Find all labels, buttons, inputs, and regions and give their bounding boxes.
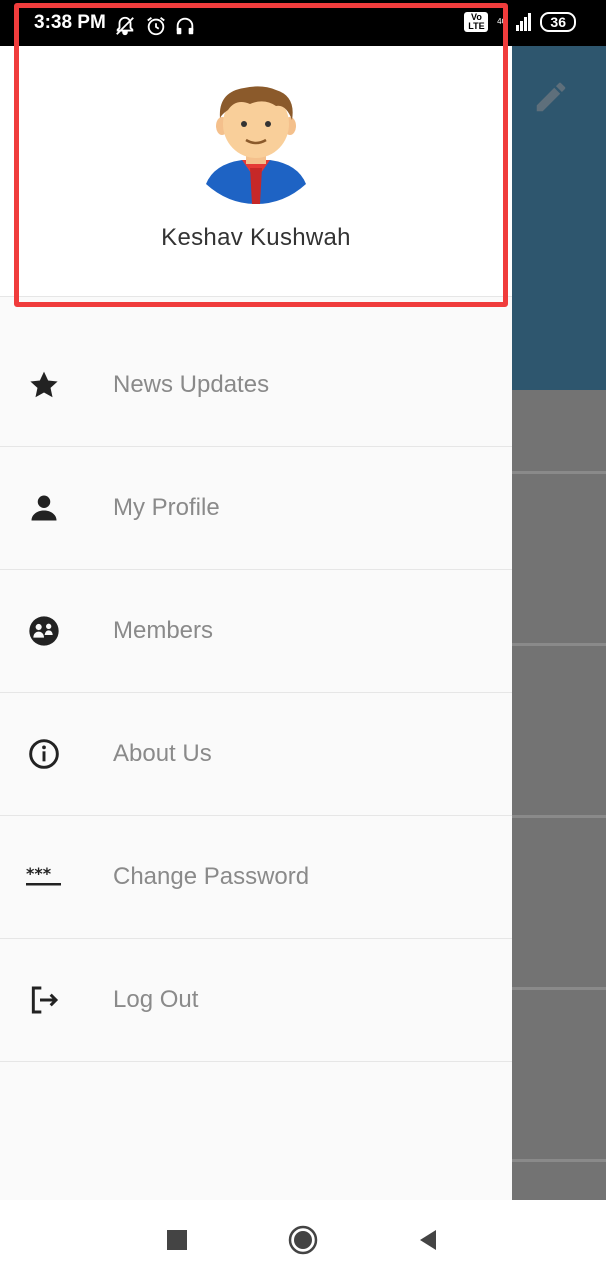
list-divider: [512, 643, 606, 646]
back-icon[interactable]: [412, 1224, 444, 1256]
menu-item-change-password[interactable]: *** Change Password: [0, 816, 512, 939]
menu-item-news-updates[interactable]: News Updates: [0, 324, 512, 447]
menu-item-about-us[interactable]: About Us: [0, 693, 512, 816]
mute-icon: [116, 16, 134, 36]
edit-icon[interactable]: [532, 78, 570, 116]
menu-label-members: Members: [113, 617, 214, 644]
menu-label-log-out: Log Out: [113, 986, 199, 1013]
password-icon: ***: [26, 859, 62, 895]
info-icon: [26, 736, 62, 772]
star-icon: [26, 367, 62, 403]
navigation-drawer: Keshav Kushwah News Updates My Profile M…: [0, 46, 512, 1200]
menu-label-news-updates: News Updates: [113, 371, 270, 398]
avatar[interactable]: [204, 84, 308, 206]
system-nav-bar: [0, 1200, 606, 1280]
list-divider: [512, 987, 606, 990]
headset-icon: [176, 17, 194, 35]
menu-label-about-us: About Us: [113, 740, 212, 767]
drawer-header: Keshav Kushwah: [0, 46, 512, 297]
home-icon[interactable]: [287, 1224, 319, 1256]
members-icon: [26, 613, 62, 649]
recents-icon[interactable]: [161, 1224, 193, 1256]
network-type: 4G: [497, 17, 508, 26]
status-time: 3:38 PM: [34, 12, 106, 33]
status-bar: 3:38 PM Vo LTE 4G 36: [0, 0, 606, 46]
menu-label-change-password: Change Password: [113, 863, 310, 890]
list-divider: [512, 1159, 606, 1162]
user-name: Keshav Kushwah: [161, 224, 351, 251]
list-divider: [512, 471, 606, 474]
drawer-menu: News Updates My Profile Members About Us…: [0, 324, 512, 1062]
menu-item-log-out[interactable]: Log Out: [0, 939, 512, 1062]
alarm-icon: [147, 17, 165, 36]
menu-item-my-profile[interactable]: My Profile: [0, 447, 512, 570]
list-divider: [512, 815, 606, 818]
menu-item-members[interactable]: Members: [0, 570, 512, 693]
volte-badge: Vo LTE: [464, 12, 489, 32]
person-icon: [26, 490, 62, 526]
signal-icon: [516, 13, 532, 31]
logout-icon: [26, 982, 62, 1018]
battery-indicator: 36: [540, 12, 576, 32]
menu-label-my-profile: My Profile: [113, 494, 220, 521]
svg-text:***: ***: [26, 865, 52, 883]
